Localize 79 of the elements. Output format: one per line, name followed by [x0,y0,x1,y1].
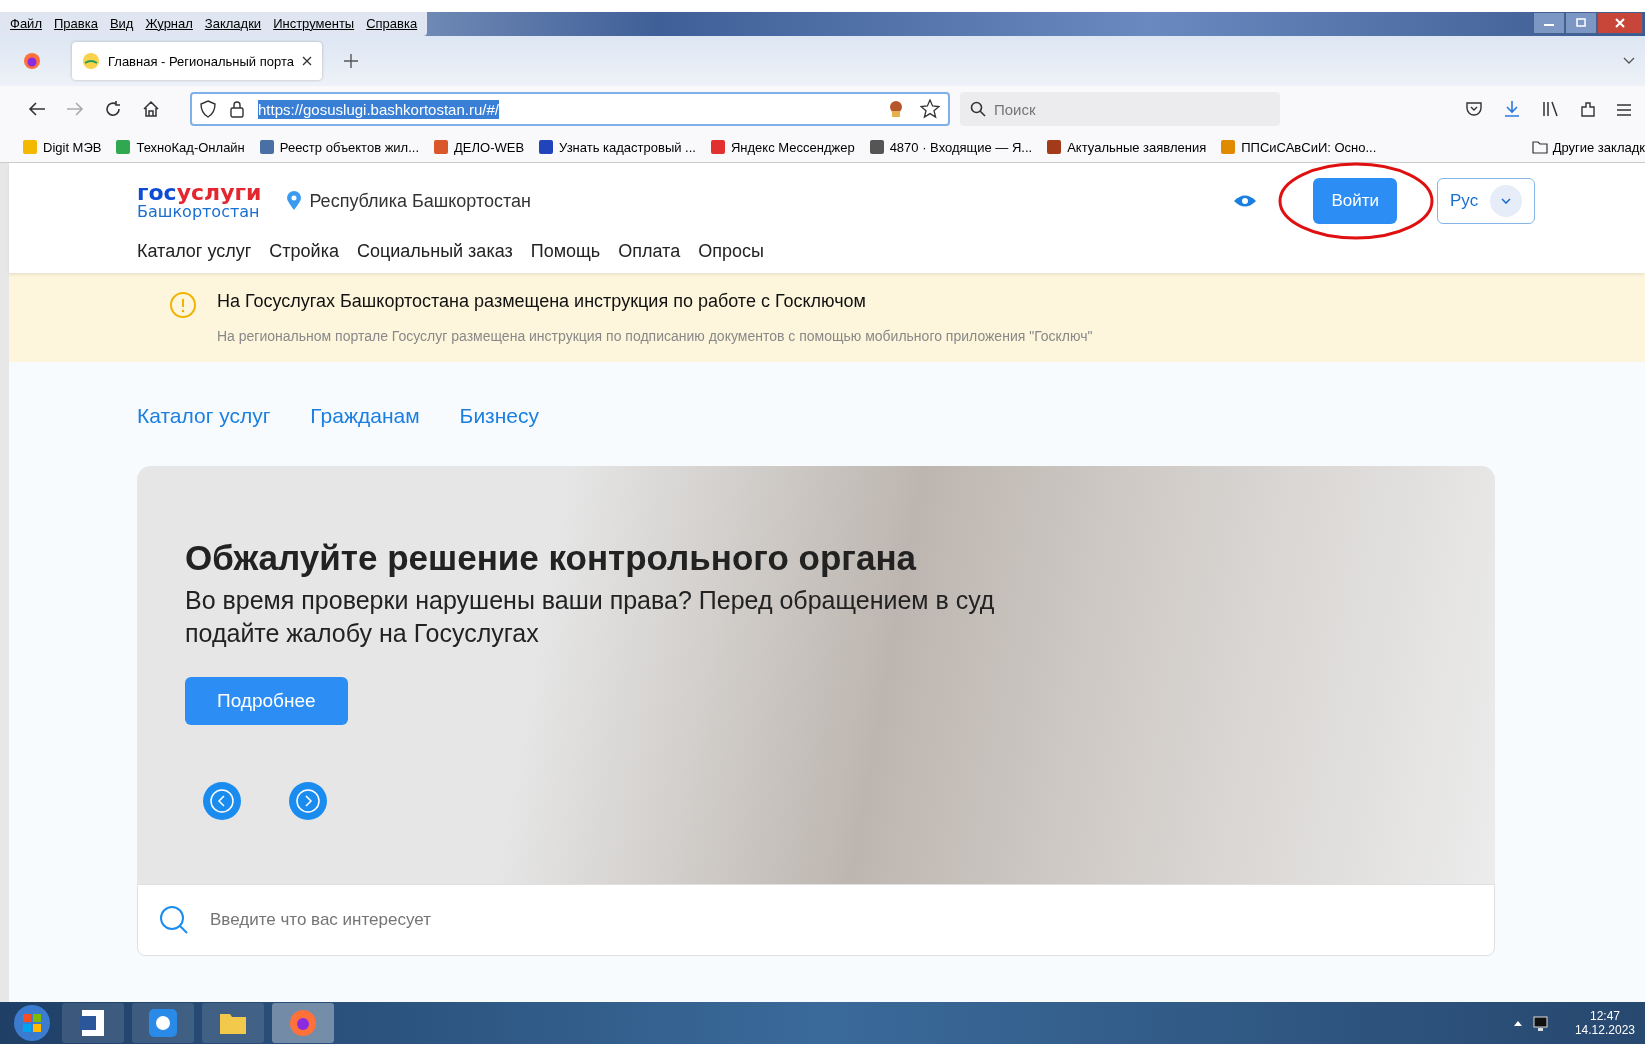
site-search-field[interactable]: Введите что вас интересует [137,884,1495,956]
bookmark-item[interactable]: 4870 · Входящие — Я... [868,139,1033,155]
site-logo[interactable]: госуслуги Башкортостан [137,182,262,220]
bookmark-item[interactable]: ДЕЛО-WEB [433,139,525,155]
folder-icon [1531,140,1548,154]
maximize-button[interactable] [1565,12,1597,34]
warning-icon [169,291,197,319]
hero-subtitle: Во время проверки нарушены ваши права? Перед обращением в суд подайте жалобу на Госуслугах [185,585,996,649]
menu-item[interactable]: Вид [103,12,140,36]
bookmark-icon [709,139,726,155]
bookmarks-folder[interactable]: Другие закладк [1531,139,1645,155]
nav-link[interactable]: Оплата [618,240,681,262]
address-field[interactable]: https://gosuslugi.bashkortostan.ru/#/ [190,92,950,126]
nav-link[interactable]: Опросы [698,240,764,262]
menu-item[interactable]: Закладки [198,12,268,36]
browser-tab[interactable]: Главная - Региональный порта [72,42,322,80]
star-icon[interactable] [920,99,940,119]
word-taskbar-icon[interactable] [62,1003,124,1043]
bookmark-icon [538,139,555,155]
bookmark-icon [1220,139,1237,155]
bookmark-item[interactable]: Реестр объектов жил... [258,139,420,155]
bookmark-icon [433,139,450,155]
pocket-icon[interactable] [1465,100,1483,118]
browser-logo-icon[interactable] [22,51,42,71]
close-icon[interactable] [302,56,312,66]
menu-item[interactable]: Журнал [139,12,199,36]
notice-text: На региональном портале Госуслуг размещена инструкция по подписанию документов с помощью мобильного приложения "Госключ" [217,328,1093,344]
lock-icon [230,100,244,118]
back-icon[interactable] [28,101,46,117]
menu-item[interactable]: Файл [4,12,48,36]
location-pin-icon [287,191,302,211]
minimize-button[interactable] [1533,12,1565,34]
menu-item[interactable]: Справка [360,12,424,36]
eye-icon[interactable] [1233,194,1258,208]
bookmark-icon [868,139,885,155]
extensions-icon[interactable] [1579,100,1597,118]
shield-icon [200,100,216,118]
close-button[interactable] [1597,12,1643,34]
maximize-icon [1575,18,1587,28]
emblem-taskbar-icon[interactable] [132,1003,194,1043]
section-link[interactable]: Каталог услуг [137,404,271,428]
nav-link[interactable]: Каталог услуг [137,240,252,262]
bookmark-item[interactable]: Digit МЭВ [22,139,102,155]
bookmark-item[interactable]: Узнать кадастровый ... [538,139,696,155]
clock[interactable]: 12:47 14.12.2023 [1574,1009,1635,1037]
nav-link[interactable]: Социальный заказ [356,240,513,262]
bookmark-icon [1046,139,1063,155]
bookmark-item[interactable]: Яндекс Мессенджер [709,139,855,155]
bookmark-icon [22,139,38,155]
bookmark-item[interactable]: ТехноКад-Онлайн [115,139,245,155]
hero-title: Обжалуйте решение контрольного органа [185,538,918,578]
home-icon[interactable] [142,100,160,118]
nav-link[interactable]: Стройка [269,240,339,262]
region-selector[interactable]: Республика Башкортостан [309,190,531,212]
bookmark-icon [115,139,132,155]
bookmark-icon [258,139,275,155]
chevron-down-icon [1501,198,1512,204]
bookmark-item[interactable]: ППСиСАвСиИ: Осно... [1220,139,1377,155]
favicon-icon [82,52,100,70]
menu-item[interactable]: Инструменты [267,12,361,36]
library-icon[interactable] [1541,100,1559,118]
nav-link[interactable]: Помощь [530,240,601,262]
next-slide-icon[interactable] [288,781,328,821]
close-icon [1614,18,1626,28]
new-tab-icon[interactable] [344,54,358,68]
reload-icon[interactable] [104,100,122,118]
search-field[interactable]: Поиск [960,92,1280,126]
section-link[interactable]: Гражданам [310,404,420,428]
chevron-down-icon[interactable] [1623,57,1635,65]
language-selector[interactable]: Рус [1437,178,1535,224]
section-link[interactable]: Бизнесу [459,404,540,428]
network-icon[interactable] [1530,1014,1549,1032]
tray-expand-icon[interactable] [1512,1019,1523,1027]
folder-taskbar-icon[interactable] [202,1003,264,1043]
menu-item[interactable]: Правка [47,12,104,36]
download-icon[interactable] [1503,100,1521,118]
previous-slide-icon[interactable] [202,781,242,821]
bookmark-item[interactable]: Актуальные заявления [1046,139,1207,155]
notice-title[interactable]: На Госуслугах Башкортостана размещена инструкция по работе с Госключом [217,291,1093,312]
